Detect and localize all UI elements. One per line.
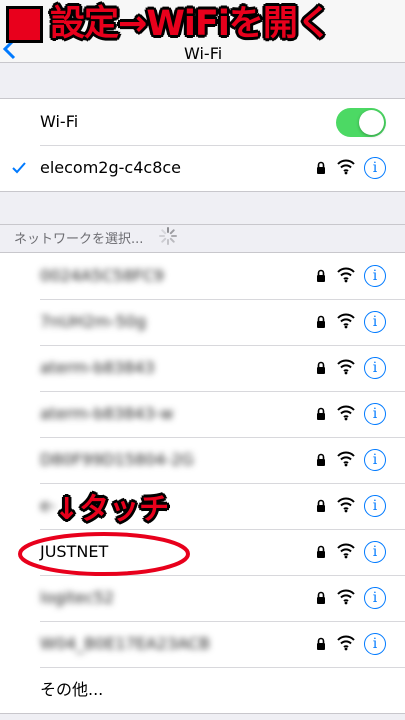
network-row-0[interactable]: 0024A5C58FC9 i — [0, 253, 405, 299]
lock-icon — [317, 161, 325, 174]
info-icon[interactable]: i — [364, 357, 386, 379]
wifi-signal-icon — [337, 267, 355, 283]
toggle-knob — [359, 110, 384, 135]
network-row-1[interactable]: 7nUH2m-50g i — [0, 299, 405, 345]
other-network-label: その他... — [40, 680, 104, 699]
other-network-row[interactable]: その他... — [0, 667, 405, 713]
info-icon[interactable]: i — [364, 403, 386, 425]
lock-icon — [317, 361, 325, 374]
loading-spinner-icon — [159, 227, 177, 245]
section-header-choose-network: ネットワークを選択... — [14, 232, 144, 247]
lock-icon — [317, 453, 325, 466]
wifi-signal-icon — [337, 359, 355, 375]
wifi-signal-icon — [337, 543, 355, 559]
wifi-toggle-label: Wi-Fi — [40, 112, 79, 131]
info-icon[interactable]: i — [364, 265, 386, 287]
network-name: aterm-b83843 — [40, 358, 155, 377]
network-row-8[interactable]: W04_B0E17EA23ACB i — [0, 621, 405, 667]
network-name: aterm-b83843-w — [40, 404, 174, 423]
wifi-signal-icon — [337, 313, 355, 329]
wifi-signal-icon — [337, 405, 355, 421]
info-icon[interactable]: i — [364, 311, 386, 333]
banner-square — [6, 6, 43, 43]
wifi-signal-icon — [337, 589, 355, 605]
tap-annotation: ↓タッチ — [54, 492, 170, 527]
network-name: 7nUH2m-50g — [40, 312, 147, 331]
info-icon[interactable]: i — [364, 495, 386, 517]
lock-icon — [317, 637, 325, 650]
lock-icon — [317, 269, 325, 282]
lock-icon — [317, 315, 325, 328]
wifi-signal-icon — [337, 635, 355, 651]
info-icon[interactable]: i — [364, 633, 386, 655]
info-icon[interactable]: i — [364, 541, 386, 563]
network-name: logitec52 — [40, 588, 115, 607]
connected-network-name: elecom2g-c4c8ce — [40, 158, 182, 177]
lock-icon — [317, 499, 325, 512]
network-row-3[interactable]: aterm-b83843-w i — [0, 391, 405, 437]
connected-network-row[interactable]: elecom2g-c4c8ce i — [0, 145, 405, 191]
lock-icon — [317, 545, 325, 558]
network-name: 0024A5C58FC9 — [40, 266, 164, 285]
highlight-circle — [18, 532, 190, 576]
wifi-signal-icon — [337, 451, 355, 467]
info-icon[interactable]: i — [364, 449, 386, 471]
network-row-4[interactable]: D80F99D15804-2G i — [0, 437, 405, 483]
wifi-toggle-switch[interactable] — [336, 108, 386, 137]
network-name: W04_B0E17EA23ACB — [40, 634, 211, 653]
network-name: D80F99D15804-2G — [40, 450, 194, 469]
banner-title: 設定→WiFiを開く — [50, 4, 332, 44]
checkmark-icon — [12, 162, 26, 174]
lock-icon — [317, 407, 325, 420]
lock-icon — [317, 591, 325, 604]
network-row-7[interactable]: logitec52 i — [0, 575, 405, 621]
info-icon[interactable]: i — [364, 587, 386, 609]
wifi-signal-icon — [337, 497, 355, 513]
network-list: 0024A5C58FC9 i 7nUH2m-50g i aterm-b83843… — [0, 252, 405, 714]
network-row-2[interactable]: aterm-b83843 i — [0, 345, 405, 391]
wifi-signal-icon — [337, 159, 355, 175]
info-icon[interactable]: i — [364, 157, 386, 179]
